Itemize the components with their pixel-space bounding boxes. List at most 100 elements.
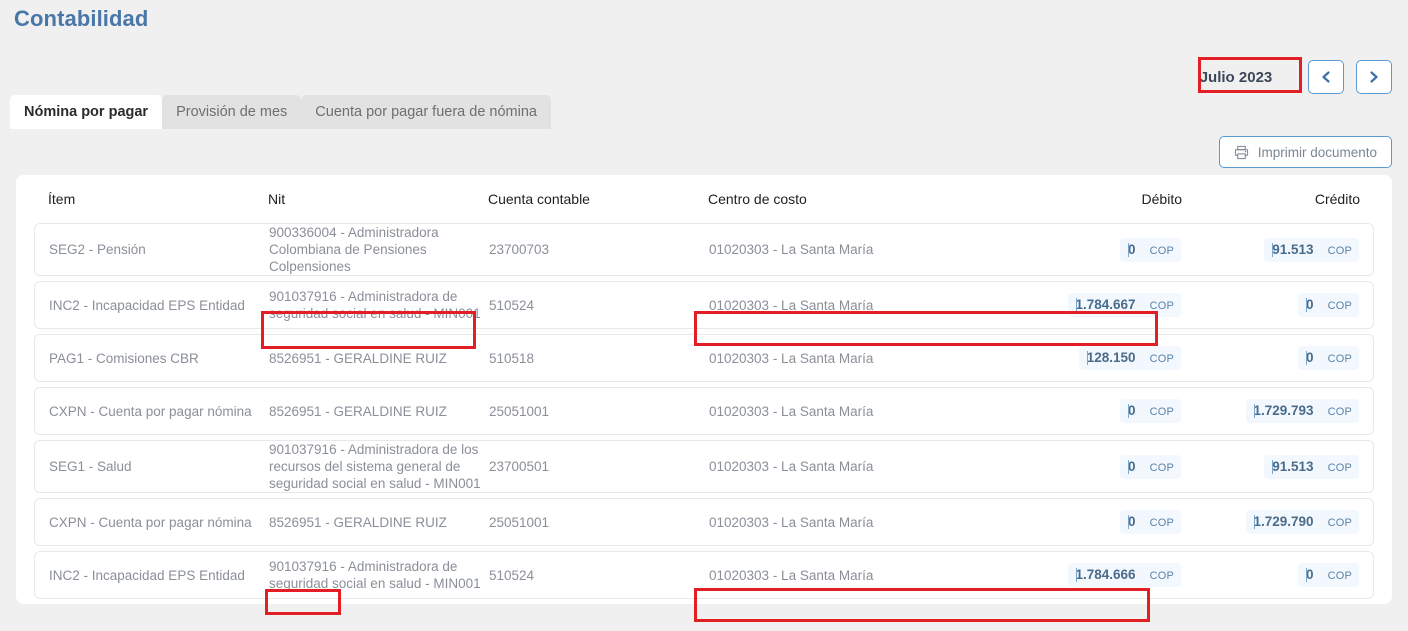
- amount-value-debito: 0: [1128, 514, 1136, 529]
- table-row[interactable]: SEG2 - Pensión 900336004 - Administradora…: [34, 223, 1374, 276]
- amount-separator: [1128, 242, 1130, 257]
- cell-centro: 01020303 - La Santa María: [709, 242, 874, 257]
- cell-nit-container: 901037916 - Administradora de seguridad …: [269, 288, 489, 322]
- amount-value-credito: 91.513: [1272, 241, 1314, 257]
- cell-cuenta: 25051001: [489, 403, 550, 419]
- currency-label: COP: [1149, 570, 1174, 582]
- cell-credito-container: 1.729.793 COP: [1181, 399, 1359, 423]
- amount-chip-debito: 128.150 COP: [1078, 346, 1181, 370]
- cell-debito-container: 0 COP: [981, 399, 1181, 423]
- cell-centro: 01020303 - La Santa María: [709, 403, 874, 419]
- cell-cuenta: 23700703: [489, 242, 550, 257]
- currency-label: COP: [1327, 517, 1352, 529]
- cell-centro: 01020303 - La Santa María: [709, 459, 874, 474]
- amount-chip-credito: 0 COP: [1298, 563, 1359, 587]
- table-row[interactable]: SEG1 - Salud 901037916 - Administradora d…: [34, 440, 1374, 493]
- amount-value-debito: 128.150: [1086, 350, 1136, 365]
- tab-nomina-por-pagar[interactable]: Nómina por pagar: [10, 95, 163, 129]
- currency-label: COP: [1149, 461, 1174, 474]
- cell-credito-container: 0 COP: [1181, 346, 1359, 370]
- cell-nit: 8526951 - GERALDINE RUIZ: [269, 514, 447, 530]
- cell-debito-container: 1.784.666 COP: [981, 563, 1181, 587]
- amount-value-debito: 0: [1128, 403, 1136, 418]
- chevron-right-icon: [1368, 70, 1380, 84]
- period-selector: Julio 2023: [1176, 60, 1392, 94]
- currency-label: COP: [1327, 570, 1352, 582]
- cell-item: INC2 - Incapacidad EPS Entidad: [49, 297, 245, 313]
- print-document-button[interactable]: Imprimir documento: [1218, 136, 1392, 168]
- next-period-button[interactable]: [1356, 60, 1392, 94]
- cell-item: CXPN - Cuenta por pagar nómina: [49, 514, 252, 530]
- cell-item: CXPN - Cuenta por pagar nómina: [49, 403, 252, 419]
- cell-centro: 01020303 - La Santa María: [709, 567, 874, 583]
- cell-debito-container: 0 COP: [981, 510, 1181, 534]
- cell-item-container: INC2 - Incapacidad EPS Entidad: [49, 297, 269, 314]
- cell-nit-container: 901037916 - Administradora de seguridad …: [269, 558, 489, 592]
- period-label-container[interactable]: Julio 2023: [1176, 61, 1296, 93]
- cell-item: SEG1 - Salud: [49, 459, 132, 474]
- cell-debito-container: 1.784.667 COP: [981, 293, 1181, 317]
- amount-value-credito: 91.513: [1272, 458, 1314, 474]
- cell-debito-container: 0 COP: [981, 454, 1181, 479]
- amount-chip-debito: 1.784.667 COP: [1067, 293, 1181, 317]
- amount-value-credito: 0: [1306, 350, 1314, 365]
- column-header-debito: Débito: [1141, 191, 1182, 207]
- amount-separator: [1075, 568, 1077, 582]
- cell-nit-container: 900336004 - Administradora Colombiana de…: [269, 224, 489, 275]
- column-header-cuenta-contable: Cuenta contable: [488, 191, 590, 207]
- cell-item: INC2 - Incapacidad EPS Entidad: [49, 567, 245, 583]
- cell-credito-container: 0 COP: [1181, 563, 1359, 587]
- cell-cuenta-container: 25051001: [489, 403, 709, 420]
- table-row[interactable]: PAG1 - Comisiones CBR 8526951 - GERALDINE…: [34, 334, 1374, 382]
- cell-cuenta: 510524: [489, 567, 535, 583]
- cell-cuenta: 25051001: [489, 514, 550, 530]
- cell-cuenta-container: 23700501: [489, 458, 709, 475]
- amount-value-debito: 1.784.666: [1075, 567, 1136, 582]
- cell-debito-container: 128.150 COP: [981, 346, 1181, 370]
- cell-nit-container: 901037916 - Administradora de los recurs…: [269, 441, 489, 492]
- cell-nit: 901037916 - Administradora de los recurs…: [269, 442, 481, 491]
- amount-chip-credito: 1.729.790 COP: [1245, 510, 1359, 534]
- cell-centro-container: 01020303 - La Santa María: [709, 403, 981, 420]
- table-row[interactable]: CXPN - Cuenta por pagar nómina 8526951 - …: [34, 387, 1374, 435]
- cell-nit-container: 8526951 - GERALDINE RUIZ: [269, 514, 489, 531]
- previous-period-button[interactable]: [1308, 60, 1344, 94]
- cell-cuenta-container: 510518: [489, 350, 709, 367]
- table-row[interactable]: INC2 - Incapacidad EPS Entidad 901037916 …: [34, 281, 1374, 329]
- column-header-nit: Nit: [268, 191, 286, 207]
- currency-label: COP: [1149, 406, 1174, 418]
- tab-cuenta-por-pagar-fuera-de-nomina[interactable]: Cuenta por pagar fuera de nómina: [301, 95, 551, 129]
- currency-label: COP: [1327, 300, 1352, 312]
- cell-cuenta-container: 23700703: [489, 241, 709, 258]
- column-header-credito: Crédito: [1314, 191, 1360, 207]
- table-row[interactable]: INC2 - Incapacidad EPS Entidad 901037916 …: [34, 551, 1374, 599]
- cell-centro-container: 01020303 - La Santa María: [709, 567, 981, 584]
- cell-item-container: CXPN - Cuenta por pagar nómina: [49, 514, 269, 531]
- currency-label: COP: [1327, 353, 1352, 365]
- table-row[interactable]: CXPN - Cuenta por pagar nómina 8526951 - …: [34, 498, 1374, 546]
- amount-chip-debito: 0 COP: [1120, 454, 1181, 479]
- currency-label: COP: [1149, 244, 1174, 257]
- amount-separator: [1086, 351, 1088, 365]
- cell-centro-container: 01020303 - La Santa María: [709, 458, 981, 475]
- currency-label: COP: [1327, 406, 1352, 418]
- amount-value-debito: 0: [1128, 458, 1136, 474]
- cell-item-container: SEG2 - Pensión: [49, 241, 269, 258]
- cell-item-container: CXPN - Cuenta por pagar nómina: [49, 403, 269, 420]
- amount-value-debito: 1.784.667: [1075, 297, 1136, 312]
- amount-separator: [1306, 568, 1308, 582]
- cell-nit-container: 8526951 - GERALDINE RUIZ: [269, 403, 489, 420]
- amount-separator: [1253, 404, 1255, 418]
- currency-label: COP: [1149, 300, 1174, 312]
- amount-chip-debito: 0 COP: [1120, 399, 1181, 423]
- tab-provision-de-mes[interactable]: Provisión de mes: [162, 95, 302, 129]
- cell-nit-container: 8526951 - GERALDINE RUIZ: [269, 350, 489, 367]
- column-header-item: Ítem: [48, 191, 76, 207]
- table-body: SEG2 - Pensión 900336004 - Administradora…: [34, 223, 1374, 599]
- amount-value-credito: 1.729.793: [1253, 403, 1314, 418]
- amount-separator: [1075, 298, 1077, 312]
- cell-centro-container: 01020303 - La Santa María: [709, 297, 981, 314]
- cell-item-container: SEG1 - Salud: [49, 458, 269, 475]
- cell-nit: 8526951 - GERALDINE RUIZ: [269, 403, 447, 419]
- cell-cuenta-container: 25051001: [489, 514, 709, 531]
